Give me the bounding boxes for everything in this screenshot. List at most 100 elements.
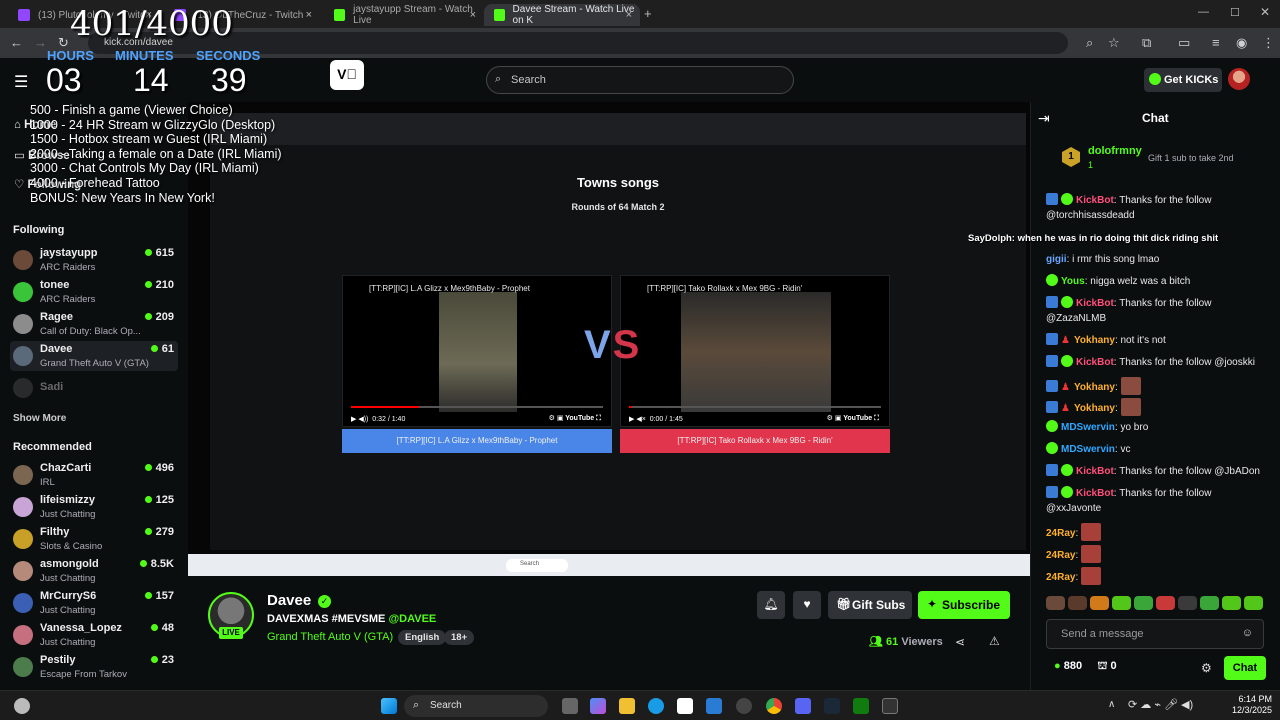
- sidebar-channel[interactable]: asmongold Just Chatting 8.5K: [10, 556, 178, 586]
- chat-username[interactable]: KickBot: [1076, 466, 1114, 477]
- extensions-icon[interactable]: ⧉: [1142, 35, 1151, 51]
- sidebar-channel[interactable]: tonee ARC Raiders 210: [10, 277, 178, 307]
- emoji-picker-icon[interactable]: ☺: [1242, 627, 1253, 639]
- get-kicks-button[interactable]: Get KICKs: [1144, 68, 1222, 92]
- emote-icon[interactable]: [1068, 596, 1087, 610]
- emote-icon[interactable]: [1222, 596, 1241, 610]
- xbox-icon[interactable]: [853, 698, 869, 714]
- emote-icon[interactable]: [1178, 596, 1197, 610]
- sidebar-channel-selected[interactable]: Davee Grand Theft Auto V (GTA) 61: [10, 341, 178, 371]
- browser-tab[interactable]: jaystayupp Stream - Watch Live ×: [324, 4, 484, 26]
- chat-settings-icon[interactable]: ⚙: [1201, 661, 1212, 675]
- send-chat-button[interactable]: Chat: [1224, 656, 1266, 680]
- hamburger-menu-icon[interactable]: ☰: [14, 72, 28, 92]
- close-icon[interactable]: ×: [626, 9, 632, 21]
- chat-username[interactable]: Yokhany: [1074, 335, 1115, 346]
- sidebar-channel[interactable]: Filthy Slots & Casino 279: [10, 524, 178, 554]
- chat-username[interactable]: KickBot: [1076, 195, 1114, 206]
- copilot-icon[interactable]: [590, 698, 606, 714]
- task-view-icon[interactable]: [562, 698, 578, 714]
- chat-username[interactable]: KickBot: [1076, 488, 1114, 499]
- edge-icon[interactable]: [648, 698, 664, 714]
- pinned-gift-banner[interactable]: 1 dolofrmny 1 Gift 1 sub to take 2nd: [1056, 141, 1262, 177]
- settings-icon[interactable]: [736, 698, 752, 714]
- close-icon[interactable]: ×: [306, 9, 312, 21]
- gift-subs-button[interactable]: 🎁︎ Gift Subs: [828, 591, 912, 619]
- close-window-icon[interactable]: ✕: [1260, 5, 1270, 19]
- tag-language[interactable]: English: [398, 630, 447, 645]
- zoom-icon[interactable]: ⌕: [1086, 35, 1093, 51]
- emote-icon[interactable]: [1244, 596, 1263, 610]
- steam-icon[interactable]: [824, 698, 840, 714]
- emote-icon[interactable]: [1090, 596, 1109, 610]
- discord-icon[interactable]: [795, 698, 811, 714]
- forward-icon[interactable]: →: [34, 35, 47, 50]
- notification-bell-button[interactable]: 🔔︎: [757, 591, 785, 619]
- tray-chevron-icon[interactable]: ∧: [1108, 699, 1115, 710]
- chat-message-input[interactable]: Send a message ☺: [1046, 619, 1264, 649]
- subscribe-button[interactable]: ✦ Subscribe: [918, 591, 1010, 619]
- new-tab-icon[interactable]: +: [644, 6, 652, 21]
- emote-icon[interactable]: [1200, 596, 1219, 610]
- windows-start-icon[interactable]: [381, 698, 397, 714]
- close-icon[interactable]: ×: [470, 9, 476, 21]
- sidebar-channel[interactable]: Vanessa_Lopez Just Chatting 48: [10, 620, 178, 650]
- chat-username[interactable]: 24Ray: [1046, 528, 1075, 539]
- chrome-icon[interactable]: [766, 698, 782, 714]
- search-input[interactable]: ⌕ Search: [486, 66, 794, 94]
- browser-tab-active[interactable]: Davee Stream - Watch Live on K ×: [484, 4, 640, 26]
- sidebar-channel[interactable]: MrCurryS6 Just Chatting 157: [10, 588, 178, 618]
- back-icon[interactable]: ←: [10, 35, 23, 50]
- report-icon[interactable]: ⚠: [989, 634, 1000, 648]
- stream-title-mention[interactable]: @DAVEE: [388, 613, 436, 625]
- follow-heart-button[interactable]: ♥: [793, 591, 821, 619]
- weather-icon[interactable]: [14, 698, 30, 714]
- chat-username[interactable]: KickBot: [1076, 298, 1114, 309]
- goal-item: 500 - Finish a game (Viewer Choice): [30, 103, 233, 117]
- mail-icon[interactable]: [706, 698, 722, 714]
- sidebar-channel-offline[interactable]: Sadi: [10, 373, 178, 403]
- chat-username[interactable]: 24Ray: [1046, 572, 1075, 583]
- emote-icon[interactable]: [1156, 596, 1175, 610]
- emote-icon[interactable]: [1134, 596, 1153, 610]
- file-explorer-icon[interactable]: [619, 698, 635, 714]
- chat-username[interactable]: Yokhany: [1074, 382, 1115, 393]
- sidebar-channel[interactable]: jaystayupp ARC Raiders 615: [10, 245, 178, 275]
- chat-username[interactable]: MDSwervin: [1061, 422, 1115, 433]
- profile-icon[interactable]: ◉: [1236, 35, 1247, 51]
- bookmark-star-icon[interactable]: ☆: [1108, 35, 1120, 51]
- sub-goal-counter: 401/4000: [70, 4, 233, 44]
- chat-username[interactable]: KickBot: [1076, 357, 1114, 368]
- gift-rank-icon: 1: [1062, 147, 1080, 167]
- chat-username[interactable]: MDSwervin: [1061, 444, 1115, 455]
- minimize-icon[interactable]: —: [1198, 6, 1209, 18]
- chat-username[interactable]: Yokhany: [1074, 403, 1115, 414]
- maximize-icon[interactable]: ☐: [1230, 6, 1240, 19]
- streamer-name[interactable]: Davee: [267, 592, 311, 609]
- chat-username[interactable]: Yous: [1061, 276, 1085, 287]
- sidebar-channel[interactable]: Ragee Call of Duty: Black Op... 209: [10, 309, 178, 339]
- collapse-chat-icon[interactable]: ⇥: [1038, 110, 1050, 127]
- tag-mature[interactable]: 18+: [444, 630, 475, 645]
- user-avatar[interactable]: [1228, 68, 1250, 90]
- epic-games-icon[interactable]: [882, 698, 898, 714]
- channel-points[interactable]: ● 880 ⛫ 0: [1054, 660, 1117, 674]
- stream-category[interactable]: Grand Theft Auto V (GTA): [267, 631, 393, 643]
- sidebar-icon[interactable]: ▭: [1178, 35, 1190, 51]
- chat-username[interactable]: gigii: [1046, 254, 1067, 265]
- system-clock[interactable]: 6:14 PM 12/3/2025: [1226, 694, 1272, 716]
- taskbar-search[interactable]: ⌕ Search: [404, 695, 548, 717]
- tab-search-icon[interactable]: ≡: [1212, 35, 1220, 50]
- store-icon[interactable]: [677, 698, 693, 714]
- gifter-badge-icon: ♟: [1061, 335, 1070, 346]
- emote-icon[interactable]: [1112, 596, 1131, 610]
- chat-username[interactable]: 24Ray: [1046, 550, 1075, 561]
- more-menu-icon[interactable]: ⋮: [1262, 35, 1275, 51]
- tray-icons[interactable]: ⟳ ☁ ⌁ 🎤︎ ◀): [1128, 698, 1193, 711]
- emote-icon[interactable]: [1046, 596, 1065, 610]
- share-icon[interactable]: ⋖: [955, 635, 965, 649]
- sidebar-channel[interactable]: lifeismizzy Just Chatting 125: [10, 492, 178, 522]
- sidebar-channel[interactable]: Pestily Escape From Tarkov 23: [10, 652, 178, 682]
- show-more-link[interactable]: Show More: [13, 413, 66, 424]
- sidebar-channel[interactable]: ChazCarti IRL 496: [10, 460, 178, 490]
